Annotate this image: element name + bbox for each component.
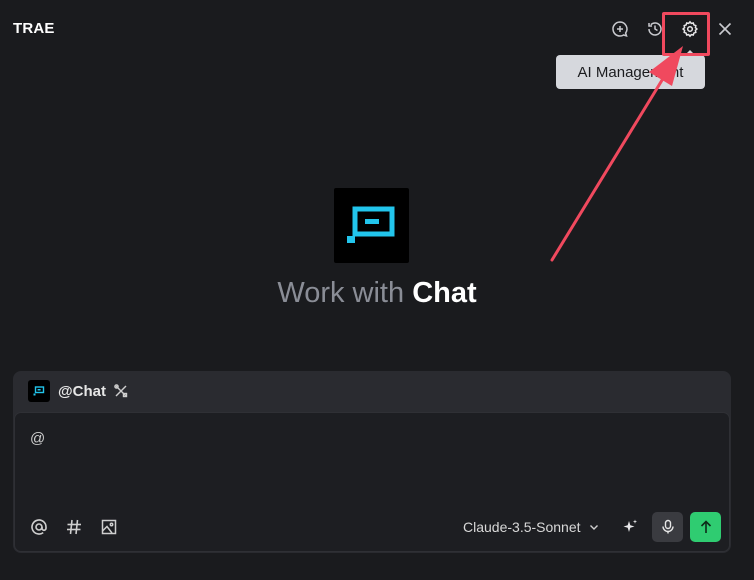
chat-logo — [334, 188, 409, 263]
annotation-highlight-box — [662, 12, 710, 56]
app-title: TRAE — [13, 20, 55, 37]
hero-title-prefix: Work with — [277, 277, 405, 309]
new-chat-button[interactable] — [609, 18, 631, 40]
agent-label[interactable]: @Chat — [58, 383, 106, 400]
image-upload-button[interactable] — [98, 516, 120, 538]
tools-icon[interactable] — [113, 383, 129, 399]
voice-input-button[interactable] — [652, 512, 683, 542]
new-chat-icon — [612, 21, 628, 38]
chevron-down-icon — [589, 525, 598, 530]
agent-bar: @Chat — [13, 371, 731, 411]
message-input-value[interactable]: @ — [30, 430, 45, 447]
send-button[interactable] — [690, 512, 721, 542]
microphone-icon — [661, 519, 674, 534]
message-input[interactable]: @ Claude-3.5-Sonnet — [14, 412, 730, 552]
agent-avatar — [28, 380, 50, 402]
model-name: Claude-3.5-Sonnet — [463, 519, 581, 535]
chat-composer: @Chat @ Claude-3.5-Sonnet — [13, 371, 731, 553]
context-button[interactable] — [63, 516, 85, 538]
image-icon — [101, 519, 117, 535]
chat-agent-icon — [33, 386, 45, 396]
chat-logo-icon — [347, 206, 395, 243]
settings-tooltip: AI Management — [556, 50, 705, 89]
model-selector[interactable]: Claude-3.5-Sonnet — [463, 517, 599, 537]
mention-button[interactable] — [28, 516, 50, 538]
hero-title-emphasis: Chat — [412, 277, 477, 309]
close-button[interactable] — [714, 18, 736, 40]
at-icon — [31, 519, 47, 535]
arrow-up-icon — [700, 520, 711, 533]
hero-title: Work with Chat — [0, 277, 754, 310]
sparkle-icon — [623, 519, 638, 532]
enhance-prompt-button[interactable] — [619, 516, 641, 538]
chat-header: TRAE — [0, 0, 754, 58]
hash-icon — [67, 519, 81, 535]
close-icon — [718, 22, 732, 36]
